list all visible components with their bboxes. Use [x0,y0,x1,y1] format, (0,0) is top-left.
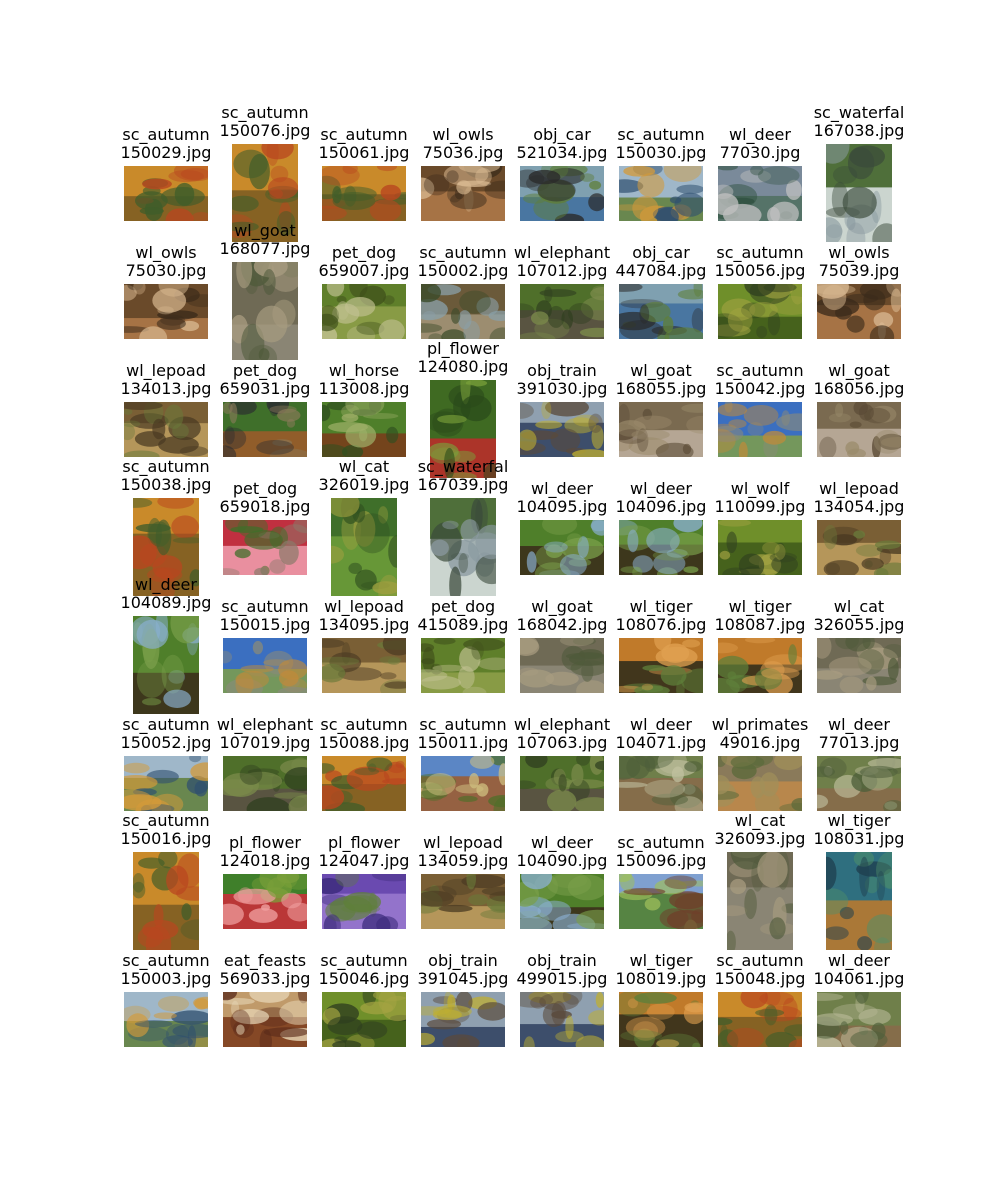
filename-label: 134054.jpg [813,496,905,516]
thumbnail-image [223,637,307,693]
filename-label: 75030.jpg [125,260,207,280]
thumbnail-image [826,144,892,242]
thumbnail-image [322,873,406,929]
thumbnail-image [421,637,505,693]
thumbnail-image [520,165,604,221]
thumbnail-image [619,755,703,811]
thumbnail-image [223,401,307,457]
thumbnail-image [718,755,802,811]
thumbnail-image [520,637,604,693]
thumbnail-caption: wl_tiger 108031.jpg [799,812,919,848]
filename-label: 659018.jpg [219,496,311,516]
thumbnail-image [619,165,703,221]
thumbnail-image [124,991,208,1047]
filename-label: 104061.jpg [813,968,905,988]
thumbnail-image [223,755,307,811]
thumbnail-image [421,755,505,811]
thumbnail-image [817,519,901,575]
thumbnail-image [430,498,496,596]
thumbnail-image [124,401,208,457]
category-label: sc_autumn [122,457,210,476]
thumbnail-image [520,283,604,339]
filename-label: 75039.jpg [818,260,900,280]
thumbnail-caption: wl_cat 326055.jpg [799,596,919,634]
thumbnail-caption: wl_goat 168056.jpg [799,360,919,398]
thumbnail-image [232,262,298,360]
filename-label: 77013.jpg [818,732,900,752]
thumbnail-image [133,852,199,950]
category-label: sc_autumn [221,103,309,122]
category-label: wl_goat [828,360,890,380]
category-label: wl_deer [828,950,890,970]
thumbnail-image [520,755,604,811]
thumbnail-image [619,991,703,1047]
thumbnail-image [520,991,604,1047]
filename-label: 150029.jpg [120,142,212,162]
thumbnail-image [817,401,901,457]
filename-label: 167038.jpg [813,121,905,140]
thumbnail-image [718,637,802,693]
thumbnail-image [817,991,901,1047]
thumbnail-image [718,519,802,575]
filename-label: 168056.jpg [813,378,905,398]
thumbnail-grid: sc_autumn 150029.jpg sc_autumn 150076.jpg sc… [0,0,1000,1200]
thumbnail-caption: wl_deer 77013.jpg [799,714,919,752]
thumbnail-image [619,637,703,693]
thumbnail-image [223,519,307,575]
thumbnail-image [322,991,406,1047]
thumbnail-image [718,165,802,221]
thumbnail-image [619,283,703,339]
thumbnail-image [619,873,703,929]
thumbnail-caption: wl_owls 75039.jpg [799,242,919,280]
category-label: sc_waterfal [417,457,509,476]
thumbnail-image [718,401,802,457]
thumbnail-image [322,637,406,693]
thumbnail-image [421,991,505,1047]
thumbnail-image [322,283,406,339]
filename-label: 77030.jpg [719,142,801,162]
thumbnail-image [817,755,901,811]
thumbnail-image [520,401,604,457]
thumbnail-image [619,519,703,575]
thumbnail-image [223,991,307,1047]
category-label: wl_goat [234,221,296,240]
category-label: wl_lepoad [819,478,899,498]
thumbnail-caption: wl_lepoad 134054.jpg [799,478,919,516]
thumbnail-image [421,165,505,221]
thumbnail-image [817,283,901,339]
thumbnail-caption: wl_deer 104061.jpg [799,950,919,988]
thumbnail-image [322,165,406,221]
category-label: wl_owls [828,242,890,262]
category-label: sc_autumn [122,811,210,830]
filename-label: 108031.jpg [813,829,905,848]
thumbnail-image [619,401,703,457]
thumbnail-image [322,755,406,811]
filename-label: 113008.jpg [318,378,410,398]
thumbnail-image [223,873,307,929]
category-label: wl_cat [833,596,885,616]
thumbnail-image [718,283,802,339]
thumbnail-image [727,852,793,950]
thumbnail-image [421,873,505,929]
thumbnail-image [718,991,802,1047]
thumbnail-image [124,165,208,221]
thumbnail-image [520,873,604,929]
thumbnail-image [817,637,901,693]
category-label: wl_deer [135,575,197,594]
thumbnail-image [826,852,892,950]
category-label: wl_tiger [827,811,891,830]
category-label: sc_waterfal [813,103,905,122]
filename-label: 150096.jpg [615,850,707,870]
category-label: pl_flower [427,339,499,358]
thumbnail-caption: sc_waterfal 167038.jpg [799,104,919,140]
thumbnail-image [322,401,406,457]
thumbnail-image [124,755,208,811]
category-label: wl_deer [828,714,890,734]
thumbnail-image [421,283,505,339]
thumbnail-image [124,283,208,339]
thumbnail-image [520,519,604,575]
thumbnail-image [133,616,199,714]
filename-label: 326055.jpg [813,614,905,634]
thumbnail-image [331,498,397,596]
